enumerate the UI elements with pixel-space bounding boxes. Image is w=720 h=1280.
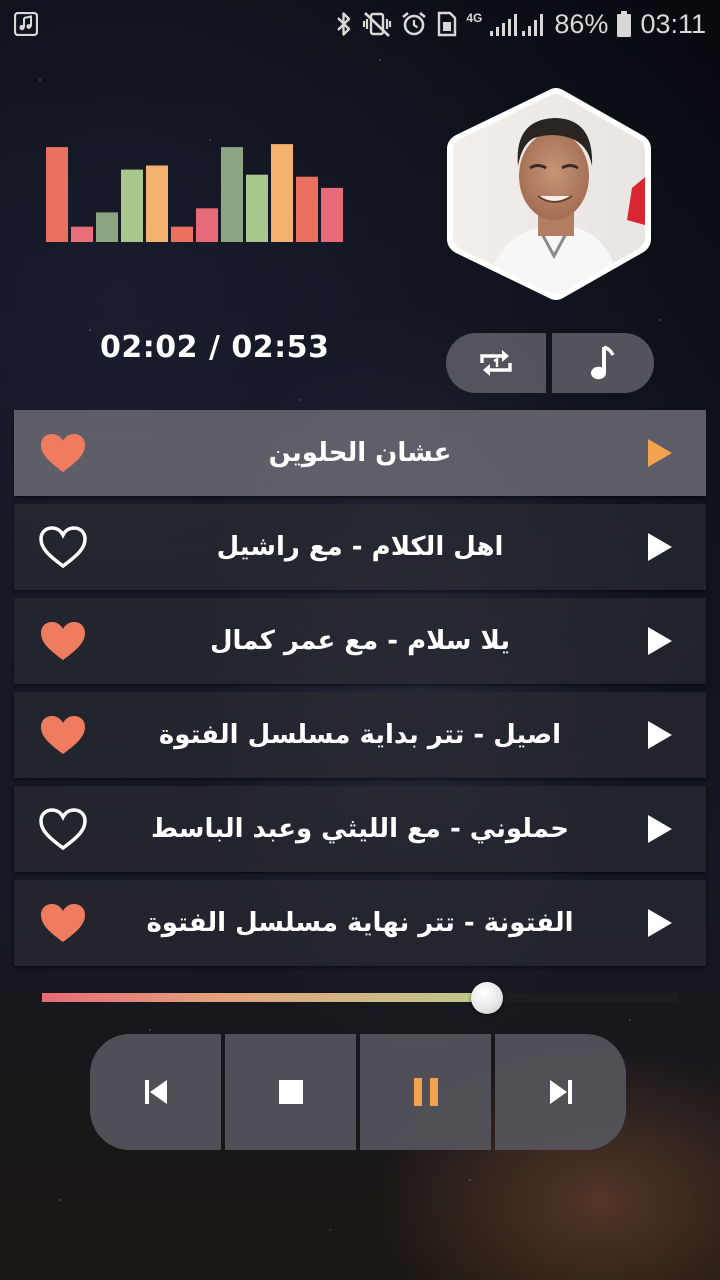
transport-controls xyxy=(90,1034,626,1150)
alarm-icon xyxy=(402,11,427,36)
signal-icon xyxy=(490,14,544,36)
track-row[interactable]: اصيل - تتر بداية مسلسل الفتوة xyxy=(14,692,706,778)
seek-bar[interactable] xyxy=(42,980,678,1014)
visualizer-bar xyxy=(46,147,68,242)
track-title: اصيل - تتر بداية مسلسل الفتوة xyxy=(158,720,562,750)
time-separator: / xyxy=(198,330,232,365)
skip-previous-icon xyxy=(144,1080,167,1104)
skip-next-icon xyxy=(549,1080,572,1104)
total-duration: 02:53 xyxy=(231,330,330,365)
heart-outline-icon[interactable] xyxy=(38,525,88,569)
pause-button[interactable] xyxy=(360,1034,491,1150)
visualizer-bar xyxy=(96,212,118,242)
play-icon[interactable] xyxy=(646,719,674,751)
visualizer-bar xyxy=(221,147,243,242)
track-row[interactable]: اهل الكلام - مع راشيل xyxy=(14,504,706,590)
battery-icon xyxy=(617,11,632,37)
play-icon[interactable] xyxy=(646,437,674,469)
play-icon[interactable] xyxy=(646,813,674,845)
next-button[interactable] xyxy=(495,1034,626,1150)
visualizer-bar xyxy=(146,165,168,242)
battery-percent: 86% xyxy=(554,8,609,39)
status-bar: 4G 86% 03:11 xyxy=(0,0,720,48)
play-icon[interactable] xyxy=(646,625,674,657)
previous-button[interactable] xyxy=(90,1034,221,1150)
visualizer-bar xyxy=(196,208,218,242)
seek-bar-fill xyxy=(42,993,488,1002)
pause-icon xyxy=(413,1078,438,1106)
track-list: عشان الحلوين اهل الكلام - مع راشيل يلا سلا… xyxy=(14,410,706,974)
time-readout: 02:02 / 02:53 xyxy=(100,330,329,365)
bluetooth-icon xyxy=(337,12,351,36)
track-row[interactable]: حملوني - مع الليثي وعبد الباسط xyxy=(14,786,706,872)
track-title: الفتونة - تتر نهاية مسلسل الفتوة xyxy=(146,908,574,938)
network-type: 4G xyxy=(466,11,483,25)
clock: 03:11 xyxy=(640,8,706,39)
music-app-icon xyxy=(14,12,38,36)
play-icon[interactable] xyxy=(646,531,674,563)
visualizer-bar xyxy=(246,174,268,242)
track-title: عشان الحلوين xyxy=(268,438,452,468)
track-title: اهل الكلام - مع راشيل xyxy=(216,532,504,562)
track-title: حملوني - مع الليثي وعبد الباسط xyxy=(151,814,569,844)
visualizer-bar xyxy=(121,169,143,242)
heart-filled-icon[interactable] xyxy=(38,431,88,475)
heart-outline-icon[interactable] xyxy=(38,807,88,851)
heart-filled-icon[interactable] xyxy=(38,713,88,757)
visualizer-bar xyxy=(271,144,293,242)
track-row[interactable]: عشان الحلوين xyxy=(14,410,706,496)
audio-visualizer xyxy=(46,144,343,242)
visualizer-bar xyxy=(321,187,343,242)
artist-avatar xyxy=(447,88,651,300)
sim-card-icon xyxy=(438,11,457,37)
visualizer-bar xyxy=(296,176,318,242)
heart-filled-icon[interactable] xyxy=(38,619,88,663)
music-note-icon xyxy=(591,345,615,380)
seek-bar-thumb[interactable] xyxy=(471,982,504,1014)
track-row[interactable]: يلا سلام - مع عمر كمال xyxy=(14,598,706,684)
vibrate-mute-icon xyxy=(363,12,392,37)
play-icon[interactable] xyxy=(646,907,674,939)
music-button[interactable] xyxy=(552,333,654,393)
stop-button[interactable] xyxy=(225,1034,356,1150)
heart-filled-icon[interactable] xyxy=(38,901,88,945)
visualizer-bar xyxy=(71,226,93,242)
playback-mode-group xyxy=(446,333,654,393)
repeat-one-icon xyxy=(480,350,512,376)
stop-icon xyxy=(278,1080,303,1104)
elapsed-time: 02:02 xyxy=(100,330,198,365)
track-row[interactable]: الفتونة - تتر نهاية مسلسل الفتوة xyxy=(14,880,706,966)
visualizer-bar xyxy=(171,226,193,242)
track-title: يلا سلام - مع عمر كمال xyxy=(210,626,511,656)
repeat-one-button[interactable] xyxy=(446,333,546,393)
